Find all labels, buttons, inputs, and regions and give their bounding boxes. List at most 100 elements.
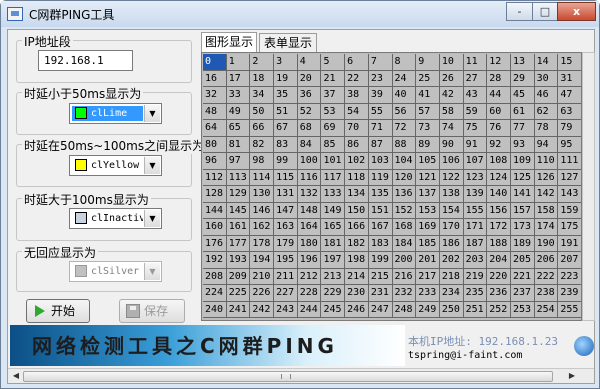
ip-cell[interactable]: 39 [368,87,393,104]
ip-cell[interactable]: 1 [226,54,251,71]
ip-cell[interactable]: 105 [416,153,440,170]
ip-cell[interactable]: 240 [203,301,227,318]
ip-cell[interactable]: 122 [439,169,464,186]
ip-cell[interactable]: 89 [416,136,440,153]
ip-cell[interactable]: 208 [203,268,227,285]
ip-cell[interactable]: 143 [558,186,581,203]
ip-cell[interactable]: 168 [392,219,417,236]
ip-cell[interactable]: 217 [416,268,440,285]
ip-cell[interactable]: 13 [510,54,535,71]
ip-cell[interactable]: 64 [203,120,227,137]
ip-cell[interactable]: 137 [416,186,440,203]
ip-cell[interactable]: 0 [203,54,227,71]
ip-cell[interactable]: 93 [510,136,535,153]
start-button[interactable]: 开始 [26,299,90,323]
ip-cell[interactable]: 160 [203,219,227,236]
ip-cell[interactable]: 194 [250,252,275,269]
ip-cell[interactable]: 213 [321,268,346,285]
ip-cell[interactable]: 74 [439,120,464,137]
ip-cell[interactable]: 170 [439,219,464,236]
ip-cell[interactable]: 7 [368,54,393,71]
ip-cell[interactable]: 126 [534,169,559,186]
ip-cell[interactable]: 95 [558,136,581,153]
ip-cell[interactable]: 16 [203,70,227,87]
ip-cell[interactable]: 166 [345,219,369,236]
ip-cell[interactable]: 41 [416,87,440,104]
ip-cell[interactable]: 77 [510,120,535,137]
tab-graphic[interactable]: 图形显示 [201,32,257,53]
tab-table[interactable]: 表单显示 [259,33,317,53]
ip-cell[interactable]: 218 [439,268,464,285]
ip-cell[interactable]: 234 [439,285,464,302]
ip-cell[interactable]: 101 [321,153,346,170]
ip-cell[interactable]: 110 [534,153,559,170]
ip-cell[interactable]: 167 [368,219,393,236]
ip-cell[interactable]: 102 [345,153,369,170]
ip-cell[interactable]: 144 [203,202,227,219]
horizontal-scroll-thumb[interactable] [23,371,553,382]
ip-cell[interactable]: 216 [392,268,417,285]
ip-cell[interactable]: 227 [274,285,298,302]
ip-cell[interactable]: 204 [487,252,511,269]
ip-cell[interactable]: 145 [226,202,251,219]
ip-range-input[interactable]: 192.168.1 [38,50,133,71]
ip-cell[interactable]: 23 [368,70,393,87]
ip-cell[interactable]: 66 [250,120,275,137]
ip-cell[interactable]: 111 [558,153,581,170]
ip-cell[interactable]: 34 [250,87,275,104]
ip-cell[interactable]: 163 [274,219,298,236]
ip-cell[interactable]: 200 [392,252,417,269]
ip-cell[interactable]: 128 [203,186,227,203]
ip-cell[interactable]: 62 [534,103,559,120]
ip-cell[interactable]: 182 [345,235,369,252]
ip-cell[interactable]: 205 [510,252,535,269]
ip-cell[interactable]: 183 [368,235,393,252]
ip-cell[interactable]: 71 [368,120,393,137]
ip-cell[interactable]: 131 [274,186,298,203]
chevron-down-icon[interactable]: ▼ [144,157,160,174]
ip-cell[interactable]: 146 [250,202,275,219]
ip-cell[interactable]: 141 [510,186,535,203]
ip-cell[interactable]: 191 [558,235,581,252]
ip-cell[interactable]: 225 [226,285,251,302]
ip-cell[interactable]: 59 [463,103,488,120]
no-response-color-select[interactable]: clSilver ▼ [69,261,162,282]
chevron-down-icon[interactable]: ▼ [144,210,160,227]
ip-cell[interactable]: 186 [439,235,464,252]
ip-cell[interactable]: 173 [510,219,535,236]
ip-cell[interactable]: 210 [250,268,275,285]
ip-cell[interactable]: 50 [250,103,275,120]
ip-cell[interactable]: 38 [345,87,369,104]
ip-cell[interactable]: 250 [439,301,464,318]
ip-cell[interactable]: 33 [226,87,251,104]
ip-cell[interactable]: 176 [203,235,227,252]
ip-cell[interactable]: 124 [487,169,511,186]
mid-color-select[interactable]: clYellow ▼ [69,155,162,176]
ip-cell[interactable]: 11 [463,54,488,71]
ip-cell[interactable]: 201 [416,252,440,269]
minimize-button[interactable]: - [506,2,533,21]
ip-cell[interactable]: 24 [392,70,417,87]
ip-cell[interactable]: 147 [274,202,298,219]
ip-cell[interactable]: 78 [534,120,559,137]
maximize-button[interactable]: □ [532,2,558,21]
ip-cell[interactable]: 130 [250,186,275,203]
ip-cell[interactable]: 156 [487,202,511,219]
ip-cell[interactable]: 199 [368,252,393,269]
ip-cell[interactable]: 129 [226,186,251,203]
ip-cell[interactable]: 148 [297,202,322,219]
ip-cell[interactable]: 179 [274,235,298,252]
ip-cell[interactable]: 68 [297,120,322,137]
ip-cell[interactable]: 98 [250,153,275,170]
ip-cell[interactable]: 53 [321,103,346,120]
ip-cell[interactable]: 164 [297,219,322,236]
ip-cell[interactable]: 238 [534,285,559,302]
ip-cell[interactable]: 43 [463,87,488,104]
ip-cell[interactable]: 221 [510,268,535,285]
ip-cell[interactable]: 236 [487,285,511,302]
ip-cell[interactable]: 230 [345,285,369,302]
ip-cell[interactable]: 226 [250,285,275,302]
ip-cell[interactable]: 197 [321,252,346,269]
ip-cell[interactable]: 94 [534,136,559,153]
ip-cell[interactable]: 157 [510,202,535,219]
